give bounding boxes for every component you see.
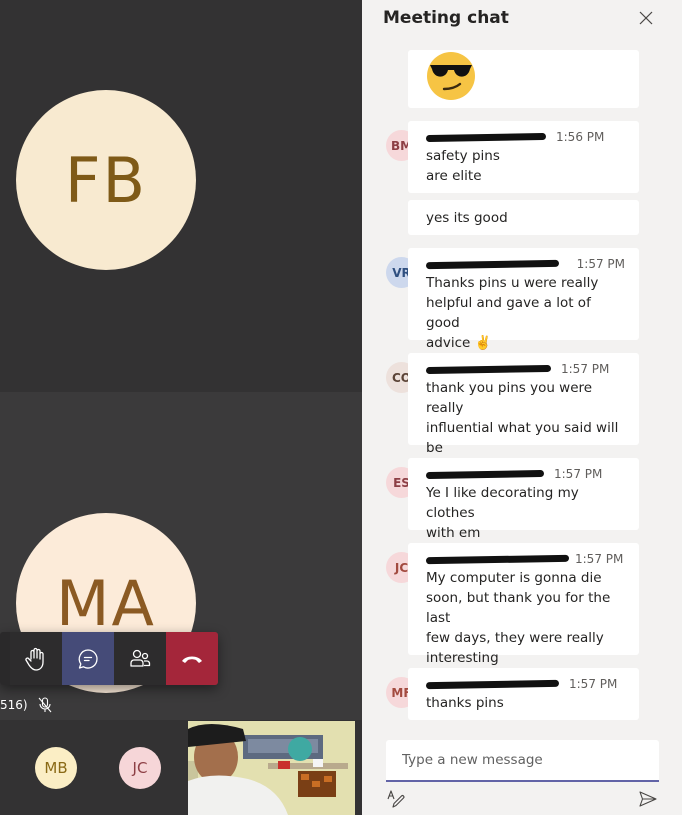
hang-up-icon: [182, 656, 202, 663]
avatar-initials: JC: [394, 560, 409, 575]
send-button[interactable]: [638, 789, 658, 809]
participants-button[interactable]: [114, 632, 166, 685]
message-line: Thanks pins u were really: [426, 275, 599, 291]
participants-icon: [130, 649, 151, 667]
redacted-sender-name: [425, 679, 560, 689]
format-button[interactable]: [386, 789, 406, 809]
message-line: My computer is gonna die: [426, 570, 602, 586]
message-text: yes its good: [426, 208, 625, 228]
chat-message: [408, 50, 639, 108]
chat-message: 1:57 PM Thanks pins u were really helpfu…: [408, 248, 639, 351]
message-text: Thanks pins u were really helpful and ga…: [426, 273, 625, 353]
message-line: yes its good: [426, 210, 508, 226]
hang-up-button[interactable]: [166, 632, 218, 685]
message-line: few days, they were really: [426, 630, 604, 646]
message-time: 1:57 PM: [575, 552, 624, 566]
sunglasses-emoji-icon: [427, 52, 475, 100]
chat-icon: [78, 648, 98, 669]
message-line: safety pins: [426, 148, 500, 164]
close-chat-button[interactable]: [638, 10, 654, 26]
message-line: thank you pins you were really: [426, 380, 593, 416]
avatar-initials: JC: [132, 759, 148, 777]
chat-message: 1:56 PM safety pins are elite: [408, 121, 639, 193]
message-time: 1:57 PM: [561, 362, 610, 376]
message-line: advice ✌️: [426, 335, 492, 351]
message-time: 1:57 PM: [569, 677, 618, 691]
participant-name-tag: 516): [0, 697, 52, 713]
participant-avatar-mb[interactable]: MB: [35, 747, 77, 789]
message-time: 1:57 PM: [554, 467, 603, 481]
chat-message: 1:57 PM Ye I like decorating my clothes …: [408, 458, 639, 541]
chat-message: 1:57 PM thank you pins you were really i…: [408, 353, 639, 476]
send-icon: [639, 791, 657, 807]
message-line: are elite: [426, 168, 482, 184]
call-controls: [0, 632, 218, 685]
redacted-sender-name: [425, 259, 559, 269]
self-video-preview: [188, 721, 355, 815]
message-text: My computer is gonna die soon, but thank…: [426, 568, 625, 668]
raise-hand-button[interactable]: [10, 632, 62, 685]
meeting-stage: FB MA MB JC 516): [0, 0, 362, 815]
chat-message: yes its good: [408, 200, 639, 235]
message-line: Ye I like decorating my clothes: [426, 485, 579, 521]
participant-avatar-jc[interactable]: JC: [119, 747, 161, 789]
message-input[interactable]: [386, 740, 659, 780]
avatar-initials: MB: [44, 759, 68, 777]
meeting-chat-panel: Meeting chat BM 1:56 PM safety pins are …: [362, 0, 682, 815]
video-frame: [188, 721, 355, 815]
message-text: thanks pins: [426, 693, 625, 713]
message-time: 1:56 PM: [556, 130, 605, 144]
chat-button[interactable]: [62, 632, 114, 685]
avatar-initials: FB: [64, 143, 148, 217]
participant-name-fragment: 516): [0, 698, 28, 712]
redacted-sender-name: [425, 469, 545, 479]
message-time: 1:57 PM: [576, 257, 625, 271]
raise-hand-icon: [25, 647, 44, 671]
message-text: safety pins are elite: [426, 146, 625, 186]
message-line: with em: [426, 525, 481, 541]
redacted-sender-name: [425, 132, 547, 142]
message-line: influential what you said will be: [426, 420, 619, 456]
chat-message: 1:57 PM My computer is gonna die soon, b…: [408, 543, 639, 666]
participant-avatar-fb: FB: [16, 90, 196, 270]
compose-box: [386, 740, 659, 782]
message-line: soon, but thank you for the last: [426, 590, 611, 626]
message-line: interesting: [426, 650, 499, 666]
chat-message: 1:57 PM thanks pins: [408, 668, 639, 720]
avatar-initials: MA: [56, 566, 156, 640]
chat-title: Meeting chat: [383, 8, 509, 28]
format-icon: [387, 790, 405, 808]
close-icon: [639, 11, 653, 25]
mic-muted-icon: [38, 697, 52, 713]
message-line: thanks pins: [426, 695, 504, 711]
message-text: Ye I like decorating my clothes with em: [426, 483, 625, 543]
redacted-sender-name: [425, 554, 570, 564]
redacted-sender-name: [425, 364, 552, 374]
message-line: helpful and gave a lot of good: [426, 295, 591, 331]
call-controls-overflow: [0, 632, 10, 685]
